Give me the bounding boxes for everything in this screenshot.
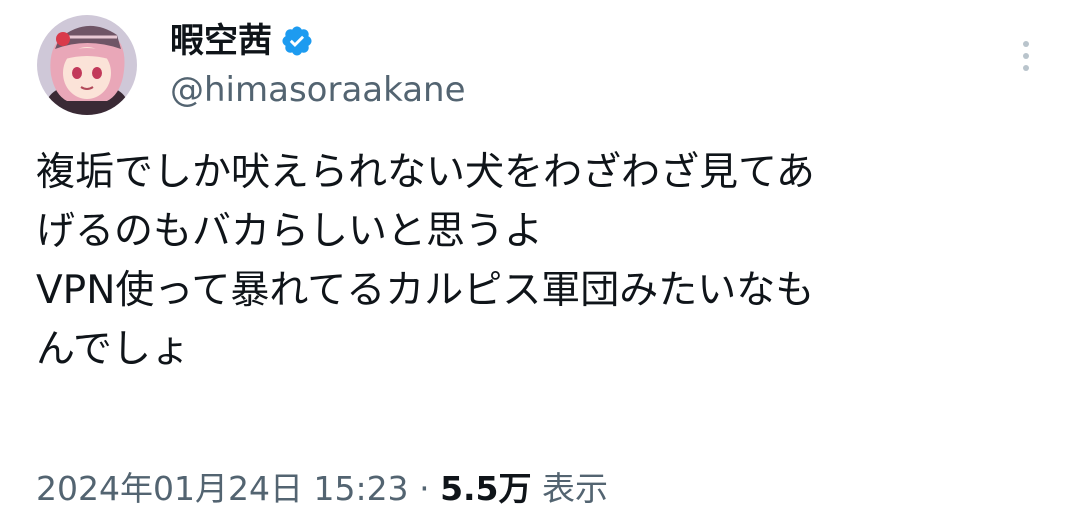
tweet-line: 複垢でしか吠えられない犬をわざわざ見てあ [36, 150, 815, 195]
tweet-line: んでしょ [36, 327, 191, 372]
avatar[interactable] [37, 15, 137, 115]
more-vertical-icon[interactable] [1012, 36, 1040, 76]
author-name-row: 暇空茜 [170, 18, 314, 64]
views-label: 表示 [542, 469, 609, 508]
author-display-name[interactable]: 暇空茜 [170, 18, 272, 64]
tweet-timestamp[interactable]: 2024年01月24日 15:23 [36, 469, 409, 508]
tweet-meta: 2024年01月24日 15:23 · 5.5万 表示 [36, 464, 608, 514]
tweet-line: げるのもバカらしいと思うよ [36, 209, 544, 254]
tweet-text: 複垢でしか吠えられない犬をわざわざ見てあ げるのもバカらしいと思うよ VPN使っ… [36, 143, 1046, 379]
author-handle[interactable]: @himasoraakane [170, 68, 466, 112]
anime-girl-avatar-icon [37, 15, 137, 115]
verified-badge-icon[interactable] [280, 24, 314, 58]
meta-separator: · [419, 469, 430, 508]
views-count: 5.5万 [440, 469, 532, 508]
tweet-line: VPN使って暴れてるカルピス軍団みたいなも [36, 268, 815, 313]
